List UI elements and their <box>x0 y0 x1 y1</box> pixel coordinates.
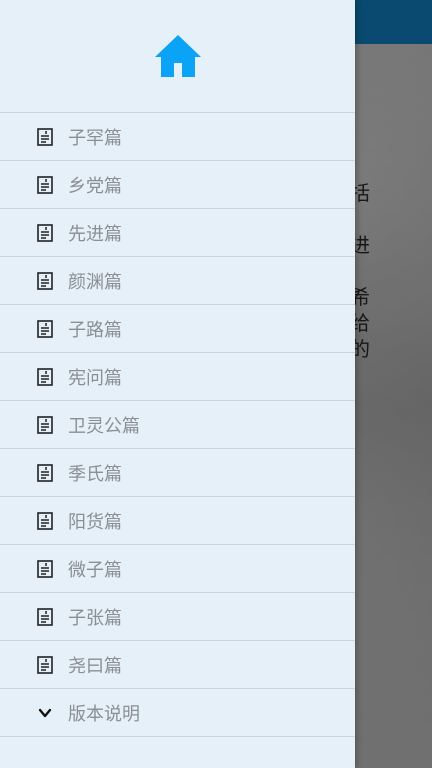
menu-item-label: 阳货篇 <box>68 511 122 533</box>
menu-item[interactable]: 子罕篇 <box>0 113 355 161</box>
menu-item-label: 乡党篇 <box>68 175 122 197</box>
menu-item[interactable]: 子张篇 <box>0 593 355 641</box>
document-icon <box>37 367 53 386</box>
menu-item-label: 微子篇 <box>68 559 122 581</box>
menu-item-label: 尧曰篇 <box>68 655 122 677</box>
document-icon <box>37 271 53 290</box>
menu-item[interactable]: 宪问篇 <box>0 353 355 401</box>
document-icon <box>37 607 53 626</box>
menu-item-label: 子路篇 <box>68 319 122 341</box>
drawer-header <box>0 0 355 113</box>
document-icon <box>37 319 53 338</box>
document-icon <box>37 655 53 674</box>
document-icon <box>37 127 53 146</box>
menu-item-label: 宪问篇 <box>68 367 122 389</box>
document-icon <box>37 559 53 578</box>
document-icon <box>37 415 53 434</box>
document-icon <box>37 223 53 242</box>
menu-item[interactable]: 卫灵公篇 <box>0 401 355 449</box>
document-icon <box>37 175 53 194</box>
menu-item-label: 季氏篇 <box>68 463 122 485</box>
menu-item-label: 先进篇 <box>68 223 122 245</box>
menu-item[interactable]: 乡党篇 <box>0 161 355 209</box>
chevron-down-icon <box>36 704 54 722</box>
menu-item[interactable]: 尧曰篇 <box>0 641 355 689</box>
menu-item[interactable]: 颜渊篇 <box>0 257 355 305</box>
menu-item[interactable]: 阳货篇 <box>0 497 355 545</box>
menu-item[interactable]: 微子篇 <box>0 545 355 593</box>
document-icon <box>37 511 53 530</box>
menu-item-label: 颜渊篇 <box>68 271 122 293</box>
chapter-list: 子罕篇 乡党篇 先进篇 颜渊篇 子路篇 宪问篇 卫灵公篇 季氏篇 阳货篇 微子篇… <box>0 113 355 737</box>
menu-item-label: 子张篇 <box>68 607 122 629</box>
menu-item[interactable]: 先进篇 <box>0 209 355 257</box>
version-info-item[interactable]: 版本说明 <box>0 689 355 737</box>
version-info-label: 版本说明 <box>68 703 140 725</box>
menu-item-label: 子罕篇 <box>68 127 122 149</box>
menu-item-label: 卫灵公篇 <box>68 415 140 437</box>
home-icon[interactable] <box>151 29 205 83</box>
navigation-drawer: 子罕篇 乡党篇 先进篇 颜渊篇 子路篇 宪问篇 卫灵公篇 季氏篇 阳货篇 微子篇… <box>0 0 355 768</box>
menu-item[interactable]: 季氏篇 <box>0 449 355 497</box>
menu-item[interactable]: 子路篇 <box>0 305 355 353</box>
document-icon <box>37 463 53 482</box>
